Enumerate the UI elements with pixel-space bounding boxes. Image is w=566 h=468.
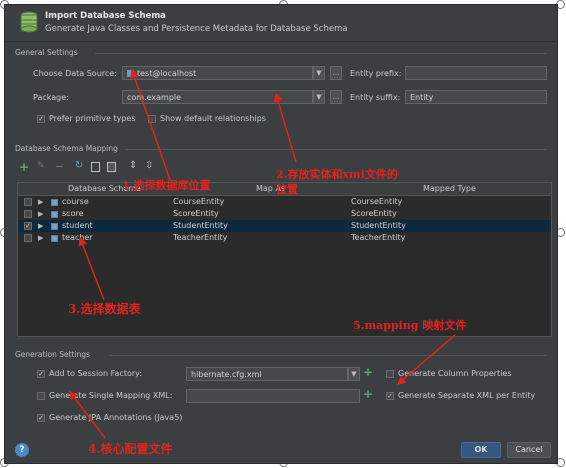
annotation-4: 4.核心配置文件 — [88, 442, 173, 456]
arrow-1 — [130, 68, 171, 181]
arrow-3 — [78, 236, 105, 301]
annotation-2-line1: 2.存放实体和xml文件的 — [276, 168, 398, 181]
annotation-arrows — [69, 68, 456, 439]
annotation-3: 3.选择数据表 — [68, 302, 141, 316]
arrow-2 — [273, 92, 297, 163]
annotation-1: 1.选择数据库位置 — [122, 179, 211, 192]
arrow-4 — [69, 390, 106, 439]
arrow-5 — [396, 334, 456, 385]
annotation-2-line2: 位置 — [276, 183, 298, 196]
annotation-5: 5.mapping 映射文件 — [353, 319, 467, 332]
